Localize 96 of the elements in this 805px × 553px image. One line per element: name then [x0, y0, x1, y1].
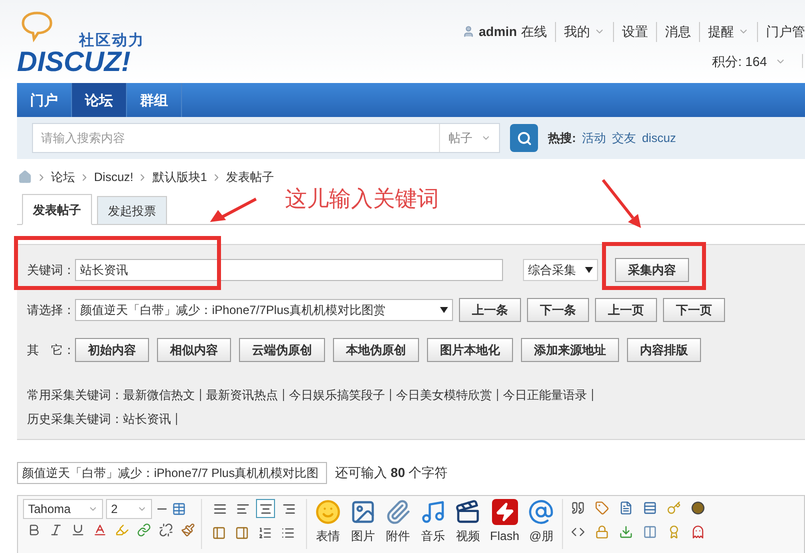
select-label: 请选择： — [27, 302, 75, 319]
online-status[interactable]: 在线 — [521, 22, 556, 42]
float-left-icon[interactable] — [212, 526, 226, 540]
float-right-icon[interactable] — [235, 526, 249, 540]
hot-search-link[interactable]: discuz — [642, 129, 676, 147]
user-menu-link[interactable]: 消息 — [657, 22, 700, 42]
media-tool-button[interactable]: 附件 — [385, 499, 411, 543]
keyword-link[interactable]: 今日美女模特欣赏 — [391, 389, 498, 401]
user-menu-link[interactable]: 设置 — [614, 22, 657, 42]
picture-icon — [350, 499, 376, 525]
tag-icon[interactable] — [595, 501, 610, 515]
action-button[interactable]: 初始内容 — [75, 338, 149, 362]
media-tool-button[interactable]: 图片 — [350, 499, 376, 543]
font-size-select[interactable]: 2 — [106, 499, 152, 519]
media-tool-button[interactable]: 表情 — [315, 499, 341, 543]
annotation-arrow — [208, 197, 258, 224]
search-field[interactable]: 请输入搜索内容 帖子 — [32, 123, 500, 153]
keyword-input[interactable]: 站长资讯 — [75, 259, 503, 281]
history-keywords-label: 历史采集关键词： — [27, 411, 123, 428]
unlink-icon[interactable] — [159, 523, 173, 537]
hot-search-label: 热搜: — [548, 130, 576, 147]
common-keywords-label: 常用采集关键词： — [27, 387, 123, 404]
hot-search-link[interactable]: 活动 — [582, 129, 606, 147]
numbered-list-icon[interactable] — [258, 526, 272, 540]
keyword-label: 关键词： — [27, 262, 75, 279]
user-menu-link[interactable]: 提醒 — [700, 22, 758, 42]
search-scope-select[interactable]: 帖子 — [439, 124, 499, 152]
italic-icon[interactable] — [49, 523, 63, 537]
article-select[interactable]: 颜值逆天「白带」减少：iPhone7/7Plus真机机模对比图赏 — [75, 299, 453, 321]
columns-icon[interactable] — [643, 525, 658, 539]
table-icon[interactable] — [172, 502, 186, 516]
collect-mode-select[interactable]: 综合采集 — [523, 259, 598, 281]
font-color-icon[interactable] — [93, 523, 107, 537]
action-button[interactable]: 上一页 — [595, 298, 657, 322]
clapperboard-icon — [455, 499, 481, 525]
keyword-link[interactable]: 最新资讯热点 — [201, 389, 284, 401]
link-icon[interactable] — [137, 523, 151, 537]
action-button[interactable]: 本地伪原创 — [333, 338, 419, 362]
align-center-icon[interactable] — [256, 499, 275, 518]
breadcrumb-link[interactable]: 论坛 — [51, 168, 75, 186]
keyword-link[interactable]: 今日正能量语录 — [498, 389, 593, 401]
media-tool-button[interactable]: 音乐 — [420, 499, 446, 543]
action-button[interactable]: 内容排版 — [627, 338, 701, 362]
annotation-text: 这儿输入关键词 — [285, 185, 439, 213]
user-icon — [462, 25, 475, 38]
bold-icon[interactable] — [27, 523, 41, 537]
document-icon[interactable] — [619, 501, 634, 515]
action-button[interactable]: 云端伪原创 — [239, 338, 325, 362]
lock-icon[interactable] — [595, 525, 610, 539]
brush-icon[interactable] — [181, 523, 195, 537]
username-link[interactable]: admin — [478, 22, 517, 42]
quote-icon[interactable] — [571, 501, 586, 515]
rows-icon[interactable] — [643, 501, 658, 515]
keyword-link[interactable]: 站长资讯 — [123, 413, 177, 425]
media-tool-button[interactable]: 视频 — [455, 499, 481, 543]
circle-icon[interactable] — [691, 501, 706, 515]
paperclip-icon — [385, 499, 411, 525]
caret-icon — [440, 307, 448, 313]
action-button[interactable]: 下一页 — [663, 298, 725, 322]
character-counter: 还可输入 80 个字符 — [335, 464, 448, 482]
annotation-arrow — [601, 178, 643, 230]
media-tool-button[interactable]: Flash — [490, 499, 520, 543]
title-input[interactable]: 颜值逆天「白带」减少：iPhone7/7 Plus真机机模对比图 — [17, 462, 327, 484]
action-button[interactable]: 下一条 — [527, 298, 589, 322]
action-button[interactable]: 采集内容 — [615, 258, 689, 282]
action-button[interactable]: 相似内容 — [157, 338, 231, 362]
at-sign-icon — [528, 499, 554, 525]
music-note-icon — [420, 499, 446, 525]
breadcrumb-link[interactable]: 默认版块1 — [152, 168, 208, 186]
user-menu-link[interactable]: 门户管 — [758, 22, 805, 42]
credits-link[interactable]: 积分: 164 — [712, 52, 775, 71]
font-family-select[interactable]: Tahoma — [23, 499, 103, 519]
media-tool-button[interactable]: @朋 — [528, 499, 554, 543]
download-icon[interactable] — [619, 525, 634, 539]
action-button[interactable]: 添加来源地址 — [521, 338, 619, 362]
nav-tab[interactable]: 论坛 — [72, 83, 127, 117]
search-icon — [516, 130, 532, 146]
caret-icon — [585, 267, 593, 273]
action-button[interactable]: 上一条 — [459, 298, 521, 322]
keyword-link[interactable]: 今日娱乐搞笑段子 — [284, 389, 391, 401]
breadcrumb-link[interactable]: Discuz! — [94, 168, 134, 186]
bullet-list-icon[interactable] — [281, 526, 295, 540]
underline-icon[interactable] — [71, 523, 85, 537]
search-input[interactable]: 请输入搜索内容 — [33, 124, 439, 152]
code-icon[interactable] — [571, 525, 586, 539]
post-type-tab[interactable]: 发起投票 — [97, 196, 167, 224]
speech-bubble-icon — [20, 10, 54, 44]
search-button[interactable] — [510, 124, 538, 152]
action-button[interactable]: 图片本地化 — [427, 338, 513, 362]
user-menu-link[interactable]: 我的 — [556, 22, 614, 42]
breadcrumb-link[interactable]: 发表帖子 — [226, 168, 274, 186]
keyword-link[interactable]: 最新微信热文 — [123, 389, 201, 401]
flash-icon — [492, 499, 518, 525]
post-type-tab[interactable]: 发表帖子 — [22, 194, 92, 225]
smiley-icon — [315, 499, 341, 525]
hot-search-link[interactable]: 交友 — [612, 129, 636, 147]
